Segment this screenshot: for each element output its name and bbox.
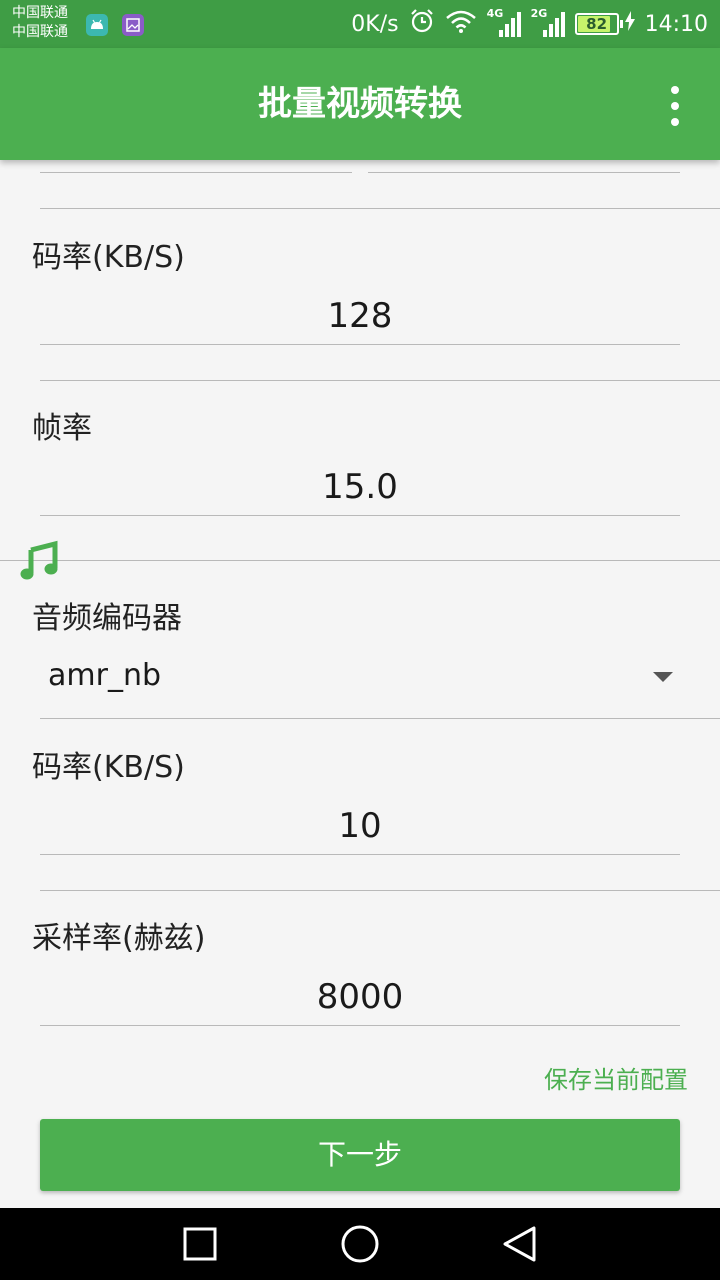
signal-4g-label: 4G bbox=[486, 7, 504, 20]
signal-2g-label: 2G bbox=[530, 7, 548, 20]
net-speed: 0K/s bbox=[351, 11, 399, 37]
gallery-notification-icon bbox=[122, 14, 144, 36]
battery-level: 82 bbox=[586, 15, 608, 33]
audio-bitrate-underline bbox=[40, 854, 680, 855]
home-icon[interactable] bbox=[340, 1224, 380, 1264]
app-bar: 批量视频转换 bbox=[0, 48, 720, 160]
audio-bitrate-label: 码率(KB/S) bbox=[32, 750, 185, 785]
samplerate-underline bbox=[40, 1025, 680, 1026]
framerate-input[interactable]: 15.0 bbox=[40, 467, 680, 507]
framerate-underline bbox=[40, 515, 680, 516]
music-note-icon bbox=[18, 540, 60, 582]
carrier-1: 中国联通 bbox=[12, 5, 68, 21]
next-button[interactable]: 下一步 bbox=[40, 1119, 680, 1191]
save-config-button[interactable]: 保存当前配置 bbox=[544, 1060, 688, 1095]
signal-2g-icon: 2G bbox=[530, 7, 565, 39]
android-notification-icon bbox=[86, 14, 108, 36]
navigation-bar bbox=[0, 1208, 720, 1280]
back-icon[interactable] bbox=[500, 1224, 540, 1264]
wifi-icon bbox=[445, 9, 477, 39]
audio-bitrate-input[interactable]: 10 bbox=[40, 806, 680, 846]
audio-codec-value: amr_nb bbox=[48, 658, 161, 693]
field-underline-right bbox=[368, 172, 680, 173]
alarm-icon bbox=[409, 8, 435, 40]
page-title: 批量视频转换 bbox=[258, 84, 462, 124]
carrier-info: 中国联通 中国联通 bbox=[12, 4, 68, 42]
video-bitrate-underline bbox=[40, 344, 680, 345]
charging-icon bbox=[624, 11, 635, 37]
dropdown-arrow-icon bbox=[653, 672, 673, 682]
samplerate-label: 采样率(赫兹) bbox=[32, 921, 206, 956]
status-bar: 中国联通 中国联通 0K/s 4G 2G 82 14:10 bbox=[0, 0, 720, 48]
carrier-2: 中国联通 bbox=[12, 24, 68, 40]
section-divider bbox=[40, 718, 720, 719]
framerate-label: 帧率 bbox=[32, 411, 92, 446]
section-divider bbox=[40, 208, 720, 209]
samplerate-input[interactable]: 8000 bbox=[40, 977, 680, 1017]
overflow-menu-icon[interactable] bbox=[660, 86, 690, 126]
signal-4g-icon: 4G bbox=[486, 7, 521, 39]
section-divider bbox=[40, 890, 720, 891]
clock: 14:10 bbox=[644, 11, 708, 37]
recent-apps-icon[interactable] bbox=[180, 1224, 220, 1264]
battery-icon: 82 bbox=[574, 13, 623, 35]
audio-codec-label: 音频编码器 bbox=[32, 601, 182, 636]
section-divider bbox=[0, 560, 720, 561]
video-bitrate-input[interactable]: 128 bbox=[40, 296, 680, 336]
field-underline-left bbox=[40, 172, 352, 173]
video-bitrate-label: 码率(KB/S) bbox=[32, 240, 185, 275]
section-divider bbox=[40, 380, 720, 381]
